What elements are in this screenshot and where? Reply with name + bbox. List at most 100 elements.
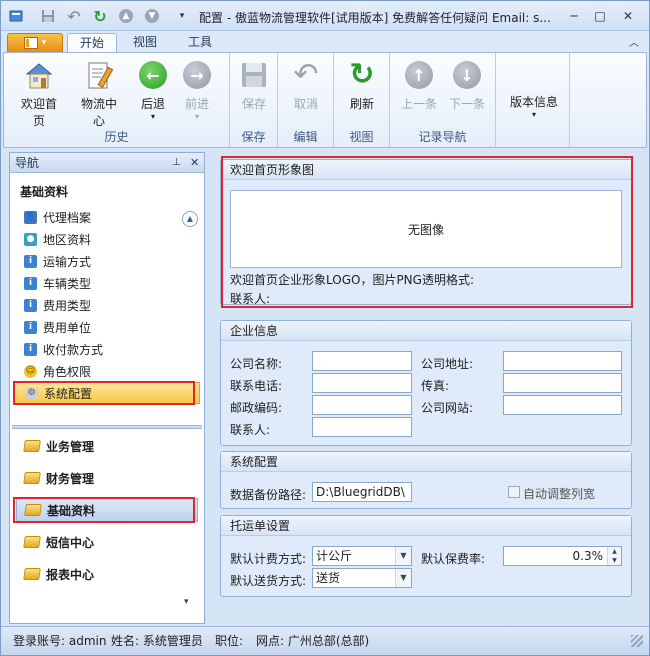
- nav-group-label: 财务管理: [46, 471, 95, 486]
- nav-item-transport[interactable]: i 运输方式: [24, 252, 91, 270]
- nav-group-business[interactable]: 业务管理: [16, 434, 198, 458]
- smiley-icon: ☺: [24, 364, 37, 378]
- phone-input[interactable]: [312, 373, 412, 393]
- undo-quick-icon[interactable]: ↶: [65, 7, 83, 26]
- down-arrow-icon: ↓: [451, 59, 483, 91]
- nav-overflow-icon[interactable]: ▾: [184, 597, 189, 607]
- nav-item-label: 地区资料: [43, 232, 92, 247]
- zip-label: 邮政编码:: [230, 401, 283, 415]
- up-quick-icon[interactable]: ▲: [117, 7, 135, 25]
- website-input[interactable]: [503, 395, 622, 415]
- tab-start[interactable]: 开始: [67, 33, 118, 53]
- prev-record-button[interactable]: ↑ 上一条: [396, 59, 442, 112]
- delivery-method-select[interactable]: 送货 ▼: [312, 568, 412, 588]
- consign-panel-header: 托运单设置: [221, 516, 631, 536]
- history-group-label: 历史: [104, 130, 129, 144]
- resize-grip-icon[interactable]: [631, 635, 643, 647]
- nav-group-label: 短信中心: [46, 535, 95, 550]
- consignment-settings-panel: 托运单设置 默认计费方式: 计公斤 ▼ 默认保费率: 0.3% ▲ ▼ 默认送货方…: [220, 515, 632, 597]
- app-icon[interactable]: [7, 7, 25, 25]
- chevron-down-icon[interactable]: ▼: [395, 569, 411, 587]
- nav-item-fee-type[interactable]: i 费用类型: [24, 296, 91, 314]
- chevron-down-icon[interactable]: ▼: [395, 547, 411, 565]
- back-label: 后退: [140, 97, 165, 111]
- edit-group-label: 编辑: [293, 130, 318, 144]
- ribbon-tab-row: ▾ 开始 视图 工具 ︿: [1, 31, 649, 53]
- nav-item-label: 运输方式: [43, 254, 92, 269]
- name-label: 姓名:: [111, 634, 140, 648]
- nav-splitter[interactable]: [12, 425, 202, 429]
- forward-button[interactable]: → 前进 ▾: [174, 59, 220, 121]
- logistics-center-button[interactable]: 物流中心: [76, 59, 122, 129]
- nav-item-vehicle-type[interactable]: i 车辆类型: [24, 274, 91, 292]
- nav-item-label: 收付款方式: [43, 342, 104, 357]
- folder-icon: [23, 472, 41, 484]
- collapse-section-icon[interactable]: ▲: [182, 211, 198, 227]
- refresh-quick-icon[interactable]: ↻: [91, 7, 109, 26]
- backup-path-input[interactable]: D:\BluegridDB\: [312, 482, 412, 502]
- insurance-rate-spinner[interactable]: 0.3% ▲ ▼: [503, 546, 622, 566]
- view-group-label: 视图: [349, 130, 374, 144]
- company-name-input[interactable]: [312, 351, 412, 371]
- fax-input[interactable]: [503, 373, 622, 393]
- company-address-input[interactable]: [503, 351, 622, 371]
- company-contact-input[interactable]: [312, 417, 412, 437]
- customize-quick-icon[interactable]: ▾: [173, 7, 191, 25]
- highlight-basic-data: [13, 497, 195, 523]
- billing-method-select[interactable]: 计公斤 ▼: [312, 546, 412, 566]
- save-quick-icon[interactable]: [39, 7, 57, 25]
- close-window-button[interactable]: ✕: [617, 7, 639, 25]
- ribbon-group-save: 保存 保存: [230, 53, 278, 147]
- record-nav-group-label: 记录导航: [418, 130, 467, 144]
- nav-item-agent-archive[interactable]: 👤 代理档案: [24, 208, 91, 226]
- nav-group-finance[interactable]: 财务管理: [16, 466, 198, 490]
- nav-item-region[interactable]: ● 地区资料: [24, 230, 91, 248]
- nav-item-fee-unit[interactable]: i 费用单位: [24, 318, 91, 336]
- minimize-button[interactable]: ─: [563, 7, 585, 25]
- company-panel-header: 企业信息: [221, 321, 631, 341]
- nav-item-roles[interactable]: ☺ 角色权限: [24, 362, 91, 380]
- refresh-button[interactable]: ↻ 刷新: [339, 59, 385, 112]
- company-contact-label: 联系人:: [230, 423, 271, 437]
- nav-item-label: 代理档案: [43, 210, 92, 225]
- site-value: 广州总部(总部): [287, 634, 370, 648]
- save-button[interactable]: 保存: [231, 59, 277, 112]
- backup-path-label: 数据备份路径:: [230, 488, 307, 502]
- nav-item-payment[interactable]: i 收付款方式: [24, 340, 103, 358]
- info-icon: i: [24, 342, 37, 356]
- close-nav-icon[interactable]: ✕: [190, 153, 199, 173]
- collapse-ribbon-icon[interactable]: ︿: [629, 34, 639, 49]
- next-record-label: 下一条: [448, 97, 485, 111]
- account-value: admin: [68, 634, 107, 648]
- nav-group-label: 业务管理: [46, 439, 95, 454]
- back-arrow-icon: ←: [137, 59, 169, 91]
- nav-group-sms[interactable]: 短信中心: [16, 530, 198, 554]
- maximize-button[interactable]: □: [589, 7, 611, 25]
- down-quick-icon[interactable]: ▼: [143, 7, 161, 25]
- folder-icon: [23, 568, 41, 580]
- back-button[interactable]: ← 后退 ▾: [130, 59, 176, 121]
- version-info-button[interactable]: 版本信息 ▾: [504, 93, 564, 119]
- nav-header: 导航 ⊥ ✕: [10, 153, 204, 173]
- nav-group-reports[interactable]: 报表中心: [16, 562, 198, 586]
- tab-tools[interactable]: 工具: [176, 33, 224, 53]
- sysconfig-panel-header: 系统配置: [221, 452, 631, 472]
- prev-record-label: 上一条: [400, 97, 437, 111]
- auto-column-checkbox[interactable]: [508, 486, 520, 498]
- next-record-button[interactable]: ↓ 下一条: [444, 59, 490, 112]
- file-menu-button[interactable]: ▾: [7, 33, 63, 53]
- nav-item-label: 角色权限: [43, 364, 92, 379]
- auto-column-label: 自动调整列宽: [523, 487, 596, 501]
- zip-input[interactable]: [312, 395, 412, 415]
- pin-icon[interactable]: ⊥: [172, 153, 181, 173]
- account-label: 登录账号:: [13, 634, 66, 648]
- tab-view[interactable]: 视图: [121, 33, 169, 53]
- company-info-panel: 企业信息 公司名称: 公司地址: 联系电话: 传真: 邮政编码: 公司网站: 联…: [220, 320, 632, 446]
- person-icon: 👤: [24, 210, 37, 224]
- cancel-button[interactable]: ↶ 取消: [283, 59, 329, 112]
- welcome-home-button[interactable]: 欢迎首页: [16, 59, 62, 129]
- highlight-welcome-panel: [221, 156, 633, 308]
- spinner-arrows-icon[interactable]: ▲ ▼: [607, 547, 621, 565]
- welcome-home-label: 欢迎首页: [20, 97, 57, 128]
- status-site: 网点: 广州总部(总部): [256, 632, 369, 649]
